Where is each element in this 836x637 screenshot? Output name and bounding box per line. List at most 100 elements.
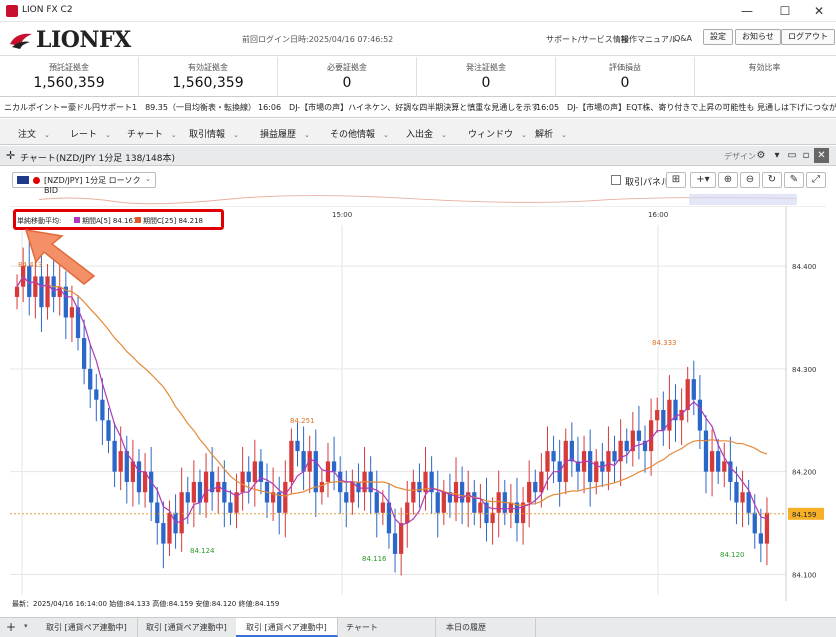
candle: [252, 461, 257, 482]
candle: [606, 451, 611, 472]
add-icon[interactable]: +▾: [690, 172, 716, 188]
candlestick-chart[interactable]: 84.40084.30084.20084.10014:0015:0016:008…: [10, 207, 826, 601]
manual-link[interactable]: 操作マニュアル: [621, 34, 677, 45]
candle: [655, 410, 660, 421]
draw-tools-icon[interactable]: ⊞: [666, 172, 686, 188]
app-title: LION FX C2: [22, 5, 73, 15]
menu-deposit[interactable]: 入出金 ⌄: [406, 127, 447, 140]
required-margin: 必要証拠金 0: [278, 57, 417, 97]
ma-legend-title: 単純移動平均:: [17, 217, 62, 225]
news-ticker[interactable]: ニカルポイント＝豪ドル円サポート1 89.35（一目均衡表・転換線） 16:06…: [0, 98, 836, 118]
ma-c-swatch: [135, 217, 141, 223]
candle: [331, 461, 337, 472]
x-tick-label: 15:00: [332, 211, 352, 219]
chart-navigator[interactable]: [10, 193, 826, 207]
candle: [685, 379, 690, 410]
candle: [69, 307, 75, 318]
candle: [478, 502, 483, 513]
close-window-button[interactable]: ✕: [802, 2, 836, 20]
maximize-button[interactable]: ☐: [768, 2, 802, 20]
logout-button[interactable]: ログアウト: [781, 29, 835, 45]
close-panel-icon[interactable]: ✕: [814, 148, 829, 163]
menu-chart[interactable]: チャート ⌄: [127, 127, 177, 140]
candle: [94, 389, 99, 400]
tab-trade-2[interactable]: 取引 [通貨ペア連動中]: [136, 618, 238, 637]
candle: [350, 481, 355, 503]
tab-today-history[interactable]: 本日の履歴: [436, 618, 536, 637]
ma-a-swatch: [74, 217, 80, 223]
expand-icon[interactable]: ⤢: [806, 172, 826, 188]
menu-trade-info[interactable]: 取引情報 ⌄: [189, 127, 239, 140]
trade-panel-checkbox[interactable]: [611, 175, 621, 185]
last-login-info: 前回ログイン日時:2025/04/16 07:46:52: [242, 35, 394, 44]
menu-other-info[interactable]: その他情報 ⌄: [330, 127, 389, 140]
candle: [283, 481, 288, 513]
add-tab-icon[interactable]: +: [6, 620, 16, 634]
y-tick-label: 84.400: [792, 263, 817, 271]
zoom-in-icon[interactable]: ⊕: [718, 172, 738, 188]
minimize-panel-icon[interactable]: ▭: [785, 149, 799, 163]
lion-logo-icon: [10, 33, 32, 49]
ma-c-label: 期間C[25] 84.218: [143, 217, 203, 225]
menu-rate[interactable]: レート ⌄: [70, 127, 111, 140]
candle: [734, 481, 739, 503]
menu-pl-history[interactable]: 損益履歴 ⌄: [260, 127, 310, 140]
notices-button[interactable]: お知らせ: [735, 29, 781, 45]
chart-panel-title: チャート(NZD/JPY 1分足 138/148本): [20, 154, 176, 164]
app-logo-icon: [6, 5, 18, 17]
candle: [453, 481, 459, 503]
candle: [63, 286, 68, 318]
price-annotation: 84.116: [362, 555, 387, 563]
restore-panel-icon[interactable]: ▫: [799, 149, 813, 163]
faq-link[interactable]: Q&A: [674, 34, 692, 43]
candle: [203, 471, 209, 503]
menu-window[interactable]: ウィンドウ ⌄: [468, 127, 527, 140]
ticker-item[interactable]: 16:05 DJ-【市場の声】EQT株、寄り付きで上昇の可能性も 見通しは下げに…: [536, 102, 836, 113]
candle: [624, 440, 629, 452]
y-tick-label: 84.100: [792, 571, 817, 579]
candle: [155, 502, 160, 524]
support-link[interactable]: サポート/サービス情報: [546, 34, 629, 45]
candle: [527, 481, 532, 503]
ticker-item[interactable]: ニカルポイント＝豪ドル円サポート1 89.35（一目均衡表・転換線）: [4, 102, 256, 113]
refresh-icon[interactable]: ↻: [762, 172, 782, 188]
candle: [697, 399, 703, 431]
y-tick-label: 84.200: [792, 469, 817, 477]
deposit-margin: 預託証拠金 1,560,359: [0, 57, 139, 97]
design-label[interactable]: デザイン: [724, 151, 756, 162]
candle: [472, 492, 477, 513]
tab-chart[interactable]: チャート: [336, 618, 436, 637]
chart-panel-header: ✛ チャート(NZD/JPY 1分足 138/148本) デザイン ⚙ ▾ ▭ …: [0, 146, 836, 166]
tab-trade-1[interactable]: 取引 [通貨ペア連動中]: [36, 618, 138, 637]
gear-icon[interactable]: ⚙: [754, 149, 768, 163]
pen-icon[interactable]: ✎: [784, 172, 804, 188]
candle: [14, 286, 20, 297]
panel-drag-icon[interactable]: ✛: [6, 149, 15, 162]
candle: [722, 461, 727, 472]
chart-toolbar: [NZD/JPY] 1分足 ローソク BID ⌄ 取引パネル ⊞ +▾ ⊕ ⊖ …: [0, 167, 836, 195]
menu-analysis[interactable]: 解析 ⌄: [535, 127, 567, 140]
candle: [380, 502, 385, 513]
candle: [435, 492, 440, 513]
ticker-item[interactable]: 16:06 DJ-【市場の声】ハイネケン、好調な四半期決算と慎重な見通しを示す: [258, 102, 539, 113]
price-annotation: 84.120: [720, 551, 745, 559]
zoom-out-icon[interactable]: ⊖: [740, 172, 760, 188]
candle: [752, 512, 757, 534]
candle: [533, 481, 538, 493]
settings-button[interactable]: 設定: [703, 29, 733, 45]
candle: [112, 440, 117, 472]
tab-trade-3[interactable]: 取引 [通貨ペア連動中]: [236, 618, 338, 637]
symbol-select[interactable]: [NZD/JPY] 1分足 ローソク BID ⌄: [12, 172, 156, 195]
ma-c-line: [16, 275, 768, 507]
candle: [191, 481, 196, 503]
bottom-tab-bar: + ▾ 取引 [通貨ペア連動中] 取引 [通貨ペア連動中] 取引 [通貨ペア連動…: [0, 617, 836, 637]
candle: [392, 533, 398, 554]
candle: [636, 430, 642, 441]
unrealized-pl: 評価損益 0: [556, 57, 695, 97]
minimize-button[interactable]: —: [730, 2, 764, 20]
tab-list-chevron-icon[interactable]: ▾: [24, 622, 28, 630]
chevron-down-icon: ⌄: [145, 175, 151, 183]
panel-menu-icon[interactable]: ▾: [770, 149, 784, 163]
menu-order[interactable]: 注文 ⌄: [18, 127, 50, 140]
candle: [374, 492, 379, 513]
